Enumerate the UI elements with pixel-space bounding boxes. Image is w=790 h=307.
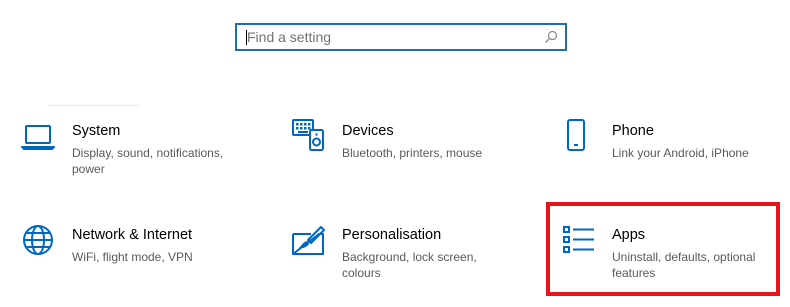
tile-title: System: [72, 123, 121, 139]
tile-description: Uninstall, defaults, optional features: [612, 250, 756, 280]
tile-title: Apps: [612, 227, 646, 243]
phone-icon: [567, 119, 585, 151]
tile-description: Display, sound, notifications, power: [72, 146, 224, 176]
tile-title: Phone: [612, 123, 654, 139]
apps-list-icon: [563, 226, 594, 253]
search-box[interactable]: [235, 23, 567, 51]
tile-apps[interactable]: Apps Uninstall, defaults, optional featu…: [561, 225, 790, 305]
tile-network-internet[interactable]: Network & Internet WiFi, flight mode, VP…: [21, 225, 261, 305]
tile-description: Bluetooth, printers, mouse: [342, 146, 483, 160]
globe-icon: [23, 225, 53, 255]
tile-system[interactable]: System Display, sound, notifications, po…: [21, 121, 261, 201]
search-input[interactable]: [247, 25, 537, 49]
divider: [48, 105, 140, 106]
text-caret: [246, 30, 247, 45]
search-icon[interactable]: [544, 30, 558, 44]
tile-personalisation[interactable]: Personalisation Background, lock screen,…: [291, 225, 531, 305]
paintbrush-icon: [292, 226, 325, 255]
tile-description: WiFi, flight mode, VPN: [72, 250, 193, 264]
tile-title: Personalisation: [342, 227, 442, 243]
tile-devices[interactable]: Devices Bluetooth, printers, mouse: [291, 118, 531, 198]
laptop-icon: [21, 125, 55, 150]
tile-description: Link your Android, iPhone: [612, 146, 749, 160]
tile-description: Background, lock screen, colours: [342, 250, 477, 280]
tile-phone[interactable]: Phone Link your Android, iPhone: [561, 118, 790, 198]
tile-title: Devices: [342, 123, 394, 139]
tile-title: Network & Internet: [72, 227, 193, 243]
devices-icon: [292, 119, 324, 151]
settings-home: System Display, sound, notifications, po…: [0, 0, 790, 307]
